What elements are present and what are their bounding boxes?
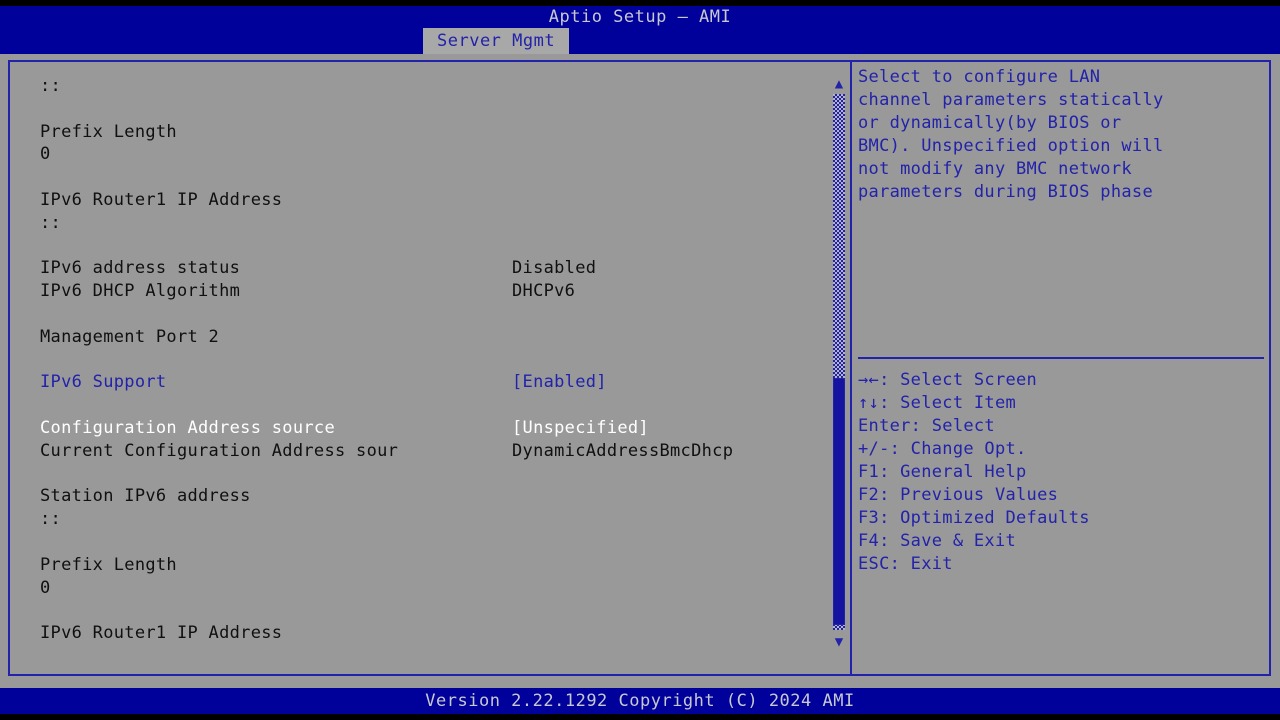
setting-value: Disabled [512, 257, 596, 280]
settings-row: IPv6 Router1 IP Address [12, 622, 838, 645]
settings-row: IPv6 DHCP Algorithm DHCPv6 [12, 280, 838, 303]
settings-row[interactable]: IPv6 Support [Enabled] [12, 371, 838, 394]
settings-row: IPv6 address status Disabled [12, 257, 838, 280]
settings-row: IPv6 Router1 IP Address [12, 189, 838, 212]
bios-setup-screen: Aptio Setup – AMI Server Mgmt ::Prefix L… [0, 0, 1280, 720]
setting-value: DHCPv6 [512, 280, 575, 303]
setting-value[interactable]: [Unspecified] [512, 417, 649, 440]
settings-row: Current Configuration Address sour Dynami… [12, 440, 838, 463]
settings-row[interactable]: Configuration Address source [Unspecified… [12, 417, 838, 440]
keyboard-shortcut-item: ↑↓: Select Item [858, 392, 1266, 415]
help-description-line: or dynamically(by BIOS or [858, 112, 1266, 135]
version-text: Version 2.22.1292 Copyright (C) 2024 AMI [0, 688, 1280, 714]
setting-label: IPv6 Router1 IP Address [40, 622, 282, 645]
setting-label: IPv6 Support [40, 371, 166, 394]
setting-label: IPv6 address status [40, 257, 240, 280]
settings-row: Management Port 2 [12, 326, 838, 349]
bottom-border-strip [0, 714, 1280, 720]
settings-list: ::Prefix Length0IPv6 Router1 IP Address:… [12, 62, 838, 674]
keyboard-shortcut-item: F3: Optimized Defaults [858, 507, 1266, 530]
keyboard-shortcut-item: +/-: Change Opt. [858, 438, 1266, 461]
settings-row: Prefix Length [12, 554, 838, 577]
panel-divider [850, 60, 852, 676]
help-panel: Select to configure LANchannel parameter… [858, 66, 1266, 670]
keyboard-shortcut-item: Enter: Select [858, 415, 1266, 438]
settings-row: :: [12, 508, 838, 531]
keyboard-shortcut-item: F4: Save & Exit [858, 530, 1266, 553]
setting-label: :: [40, 75, 61, 98]
scroll-down-arrow-icon[interactable]: ▼ [830, 634, 848, 650]
setting-label: :: [40, 508, 61, 531]
setting-label: 0 [40, 577, 51, 600]
keyboard-shortcut-item: ESC: Exit [858, 553, 1266, 576]
setting-label: Configuration Address source [40, 417, 335, 440]
footer-bar: Version 2.22.1292 Copyright (C) 2024 AMI [0, 688, 1280, 714]
setting-label: 0 [40, 143, 51, 166]
setting-label: Management Port 2 [40, 326, 219, 349]
header-bar: Aptio Setup – AMI Server Mgmt [0, 0, 1280, 54]
settings-row: Prefix Length [12, 121, 838, 144]
setting-label: :: [40, 212, 61, 235]
keyboard-shortcut-item: F1: General Help [858, 461, 1266, 484]
help-description-line: Select to configure LAN [858, 66, 1266, 89]
help-description-line: not modify any BMC network [858, 158, 1266, 181]
help-description-line: BMC). Unspecified option will [858, 135, 1266, 158]
help-divider [858, 357, 1264, 359]
setting-label: Prefix Length [40, 554, 177, 577]
scrollbar-thumb[interactable] [833, 378, 845, 625]
settings-row: :: [12, 212, 838, 235]
page-title: Aptio Setup – AMI [0, 6, 1280, 28]
keyboard-shortcuts-list: →←: Select Screen↑↓: Select ItemEnter: S… [858, 369, 1266, 576]
setting-label: Prefix Length [40, 121, 177, 144]
setting-label: IPv6 Router1 IP Address [40, 189, 282, 212]
help-description-line: parameters during BIOS phase [858, 181, 1266, 204]
settings-row: Station IPv6 address [12, 485, 838, 508]
help-description-line: channel parameters statically [858, 89, 1266, 112]
scrollbar[interactable]: ▲ ▼ [828, 62, 850, 674]
tab-bar: Server Mgmt [0, 28, 1280, 54]
scroll-up-arrow-icon[interactable]: ▲ [830, 76, 848, 92]
tab-server-mgmt[interactable]: Server Mgmt [423, 28, 569, 54]
settings-row: 0 [12, 143, 838, 166]
keyboard-shortcut-item: F2: Previous Values [858, 484, 1266, 507]
setting-label: Current Configuration Address sour [40, 440, 398, 463]
keyboard-shortcut-item: →←: Select Screen [858, 369, 1266, 392]
settings-row: :: [12, 75, 838, 98]
setting-label: IPv6 DHCP Algorithm [40, 280, 240, 303]
setting-value[interactable]: [Enabled] [512, 371, 607, 394]
settings-row: 0 [12, 577, 838, 600]
help-description: Select to configure LANchannel parameter… [858, 66, 1266, 204]
setting-label: Station IPv6 address [40, 485, 251, 508]
setting-value: DynamicAddressBmcDhcp [512, 440, 733, 463]
